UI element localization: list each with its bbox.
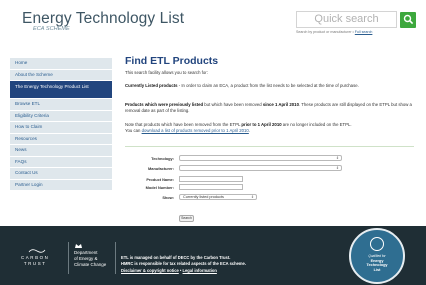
currently-listed-text: Currently Listed products - In order to … bbox=[125, 83, 413, 89]
sidebar-item-faqs[interactable]: FAQs bbox=[10, 156, 112, 167]
model-number-input[interactable] bbox=[179, 184, 243, 190]
footer-links: Disclaimer & copyright notice • Legal in… bbox=[121, 268, 246, 274]
sidebar-item-partner-login[interactable]: Partner Login bbox=[10, 179, 112, 190]
removed-note-post: are no longer included on the ETPL. bbox=[281, 122, 352, 127]
quick-search-button[interactable] bbox=[400, 11, 416, 28]
removed-note: Note that products which have been remov… bbox=[125, 122, 417, 134]
quick-search-input[interactable]: Quick search bbox=[296, 11, 397, 28]
etl-qualified-badge: Qualified for Energy Technology List bbox=[349, 228, 405, 284]
sidebar-item-eligibility[interactable]: Eligibility Criteria bbox=[10, 110, 112, 121]
show-row: Show: Currently listed products ⇕ bbox=[125, 194, 415, 201]
manufacturer-select[interactable]: ⇕ bbox=[179, 165, 342, 171]
technology-label: Technology: bbox=[151, 156, 174, 161]
search-button[interactable]: Search bbox=[179, 215, 194, 222]
show-select[interactable]: Currently listed products ⇕ bbox=[179, 194, 257, 200]
product-name-input[interactable] bbox=[179, 176, 243, 182]
intro-text: This search facility allows you to searc… bbox=[125, 70, 208, 75]
footer-divider bbox=[115, 242, 116, 274]
show-label: Show: bbox=[162, 195, 174, 200]
search-hint: Search by product or manufacturer • Full… bbox=[296, 30, 418, 34]
royal-crest-icon bbox=[75, 244, 82, 248]
badge-line4: List bbox=[373, 267, 381, 272]
badge-emblem-icon bbox=[370, 237, 384, 251]
sidebar-item-browse[interactable]: Browse ETL bbox=[10, 99, 112, 110]
manufacturer-row: Manufacturer: ⇕ bbox=[125, 165, 415, 172]
quick-search: Quick search Search by product or manufa… bbox=[296, 11, 418, 34]
sidebar-item-how-to-claim[interactable]: How to Claim bbox=[10, 122, 112, 133]
chevron-updown-icon: ⇕ bbox=[250, 195, 254, 199]
footer: CARBON TRUST Department of Energy & Clim… bbox=[0, 226, 426, 285]
chevron-updown-icon: ⇕ bbox=[335, 166, 339, 170]
technology-select[interactable]: ⇕ bbox=[179, 155, 342, 161]
model-number-row: Model Number: bbox=[125, 184, 415, 191]
search-icon bbox=[403, 14, 413, 25]
currently-listed-heading: Currently Listed products bbox=[125, 83, 178, 88]
search-hint-text: Search by product or manufacturer • bbox=[296, 30, 354, 34]
carbon-trust-logo-icon bbox=[28, 249, 46, 253]
model-number-label: Model Number: bbox=[145, 185, 174, 190]
previously-listed-mid: but which have been removed bbox=[203, 102, 263, 107]
currently-listed-body: - In order to claim an ECA, a product fr… bbox=[177, 83, 359, 88]
technology-row: Technology: ⇕ bbox=[125, 155, 415, 162]
download-removed-list-link[interactable]: download a list of products removed prio… bbox=[142, 128, 249, 133]
download-post: . bbox=[248, 128, 251, 134]
sidebar-item-contact[interactable]: Contact Us bbox=[10, 168, 112, 179]
site-logo[interactable]: Energy Technology List ECA SCHEME bbox=[22, 10, 184, 32]
footer-text: ETL is managed on behalf of DECC by the … bbox=[121, 255, 246, 274]
previously-listed-heading: Products which were previously listed bbox=[125, 102, 204, 107]
product-name-label: Product Name: bbox=[146, 177, 174, 182]
main-content: Find ETL Products This search facility a… bbox=[125, 55, 415, 222]
product-name-row: Product Name: bbox=[125, 176, 415, 183]
legal-information-link[interactable]: Legal information bbox=[183, 268, 217, 273]
sidebar-item-resources[interactable]: Resources bbox=[10, 133, 112, 144]
carbon-trust-line2: TRUST bbox=[23, 261, 47, 266]
download-pre: You can bbox=[125, 128, 142, 134]
carbon-trust-logo[interactable]: CARBON TRUST bbox=[21, 255, 49, 267]
disclaimer-link[interactable]: Disclaimer & copyright notice bbox=[121, 268, 179, 273]
removed-note-pre: Note that products which have been remov… bbox=[125, 122, 242, 127]
page-title: Find ETL Products bbox=[125, 55, 219, 67]
sidebar-item-home[interactable]: Home bbox=[10, 58, 112, 69]
previously-listed-text: Products which were previously listed bu… bbox=[125, 102, 415, 114]
decc-line3: Climate Change bbox=[74, 262, 107, 268]
manufacturer-label: Manufacturer: bbox=[148, 166, 174, 171]
section-divider bbox=[125, 146, 414, 147]
show-value: Currently listed products bbox=[183, 195, 224, 199]
sidebar-item-about[interactable]: About the Scheme bbox=[10, 69, 112, 80]
footer-divider bbox=[68, 242, 69, 274]
decc-logo[interactable]: Department of Energy & Climate Change bbox=[74, 250, 106, 268]
badge-text: Qualified for Energy Technology List bbox=[351, 254, 403, 272]
chevron-updown-icon: ⇕ bbox=[335, 156, 339, 160]
full-search-link[interactable]: Full search bbox=[355, 30, 373, 34]
removed-note-bold: prior to 1 April 2010 bbox=[241, 122, 282, 127]
sidebar-nav: Home About the Scheme The Energy Technol… bbox=[10, 58, 112, 191]
sidebar-item-product-list[interactable]: The Energy Technology Product List bbox=[10, 81, 112, 98]
removal-date-bold: since 1 April 2010 bbox=[262, 102, 299, 107]
sidebar-item-news[interactable]: News bbox=[10, 145, 112, 156]
